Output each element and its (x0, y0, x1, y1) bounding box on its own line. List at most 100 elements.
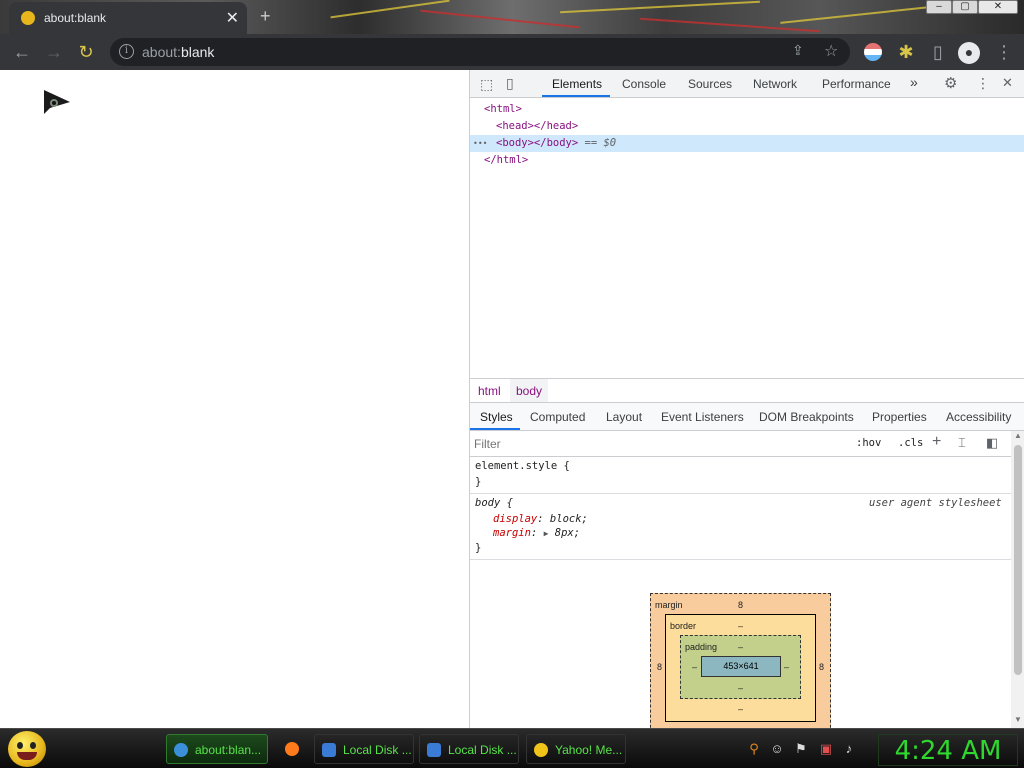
network-icon[interactable]: ▣ (818, 741, 834, 757)
body-rule-close: } (475, 542, 482, 554)
new-rule-plus-icon[interactable]: + (932, 433, 941, 451)
paint-brush-icon[interactable]: ⌶ (958, 435, 966, 451)
tab-elements[interactable]: Elements (552, 77, 602, 91)
tab-layout[interactable]: Layout (606, 410, 642, 424)
close-devtools-icon[interactable]: ✕ (1002, 75, 1013, 91)
share-icon[interactable]: ⇪ (792, 42, 804, 59)
messenger-tray-icon[interactable]: ☺ (769, 741, 785, 757)
folder-icon (427, 743, 441, 757)
tab-properties[interactable]: Properties (872, 410, 927, 424)
border-label: border (670, 621, 697, 631)
styles-scrollbar[interactable]: ▲ ▼ (1011, 431, 1024, 728)
extensions-puzzle-icon[interactable]: ✱ (896, 42, 916, 62)
margin-right-value[interactable]: 8 (819, 662, 824, 672)
devtools-panel: ⬚ ▯ Elements Console Sources Network Per… (469, 70, 1024, 728)
back-arrow-icon[interactable]: ← (12, 42, 32, 62)
settings-gear-icon[interactable]: ⚙ (944, 74, 957, 92)
styles-tabbar: Styles Computed Layout Event Listeners D… (470, 403, 1024, 431)
task-local-disk-1[interactable]: Local Disk ... (314, 734, 414, 764)
cls-toggle[interactable]: .cls (898, 437, 923, 449)
minimize-button[interactable]: – (926, 0, 952, 14)
margin-top-value[interactable]: 8 (738, 600, 743, 610)
padding-label: padding (685, 642, 718, 652)
tab-console[interactable]: Console (622, 77, 666, 91)
body-rule-selector[interactable]: body { (475, 496, 513, 511)
element-style-close: } (475, 476, 482, 488)
tab-close-icon[interactable]: ✕ (226, 8, 239, 28)
forward-arrow-icon[interactable]: → (44, 42, 64, 62)
tab-styles[interactable]: Styles (480, 410, 513, 424)
box-model-diagram: margin 8 8 8 border – padding – – – – 45… (650, 593, 831, 728)
tab-dom-breakpoints[interactable]: DOM Breakpoints (759, 410, 854, 424)
folder-icon (322, 743, 336, 757)
breadcrumb-body[interactable]: body (510, 379, 549, 402)
breadcrumb: html body (470, 378, 1024, 403)
window-titlebar: about:blank ✕ + – ▢ ✕ (0, 0, 1024, 34)
reload-icon[interactable]: ↻ (76, 42, 96, 62)
content-size[interactable]: 453×641 (701, 656, 781, 677)
border-bottom-value[interactable]: – (738, 704, 743, 714)
close-window-button[interactable]: ✕ (978, 0, 1018, 14)
task-browser[interactable]: about:blan... (166, 734, 268, 764)
tab-title: about:blank (44, 11, 107, 25)
site-info-icon[interactable]: i (119, 44, 134, 59)
maximize-button[interactable]: ▢ (952, 0, 978, 14)
dom-tree: <html> <head></head> ••• <body></body> =… (470, 98, 1024, 378)
sidebar-toggle-icon[interactable]: ◧ (986, 435, 998, 451)
dom-body-selected[interactable]: ••• <body></body> == $0 (470, 135, 1024, 152)
action-center-flag-icon[interactable]: ⚑ (793, 741, 809, 757)
margin-left-value[interactable]: 8 (657, 662, 662, 672)
yahoo-smiley-icon (534, 743, 548, 757)
menu-kebab-icon[interactable]: ⋮ (994, 42, 1014, 62)
scrollbar-thumb[interactable] (1014, 445, 1022, 675)
task-yahoo-messenger[interactable]: Yahoo! Me... (526, 734, 626, 764)
task-firefox[interactable] (278, 734, 310, 764)
volume-icon[interactable]: ♪ (841, 741, 857, 757)
border-top-value[interactable]: – (738, 621, 743, 631)
tab-computed[interactable]: Computed (530, 410, 585, 424)
search-icon[interactable]: ⚲ (746, 741, 762, 757)
devtools-tabbar: ⬚ ▯ Elements Console Sources Network Per… (470, 70, 1024, 98)
address-bar[interactable]: i about:blank ⇪ ☆ (110, 38, 850, 66)
more-tabs-icon[interactable]: » (910, 74, 918, 90)
dom-html-open[interactable]: <html> (470, 101, 1024, 118)
element-style-selector[interactable]: element.style { (475, 459, 570, 474)
taskbar: about:blan... Local Disk ... Local Disk … (0, 728, 1024, 768)
browser-tab[interactable]: about:blank ✕ (9, 2, 247, 34)
taskbar-clock[interactable]: 4:24 AM (878, 734, 1018, 766)
device-toolbar-icon[interactable]: ▯ (506, 75, 514, 92)
browser-toolbar: ← → ↻ i about:blank ⇪ ☆ ✱ ▯ ● ⋮ (0, 34, 1024, 70)
task-local-disk-2[interactable]: Local Disk ... (419, 734, 519, 764)
extension-flag-icon[interactable] (864, 43, 882, 61)
user-agent-label: user agent stylesheet (869, 497, 1002, 509)
firefox-icon (285, 742, 299, 756)
side-panel-icon[interactable]: ▯ (928, 42, 948, 62)
tab-accessibility[interactable]: Accessibility (946, 410, 1011, 424)
padding-top-value[interactable]: – (738, 642, 743, 652)
mouse-cursor-icon (44, 90, 70, 114)
bookmark-star-icon[interactable]: ☆ (824, 41, 838, 61)
tab-event-listeners[interactable]: Event Listeners (661, 410, 744, 424)
dom-html-close[interactable]: </html> (470, 152, 1024, 169)
chrome-icon (174, 743, 188, 757)
inspect-element-icon[interactable]: ⬚ (480, 76, 493, 93)
padding-bottom-value[interactable]: – (738, 683, 743, 693)
styles-filter-input[interactable] (474, 434, 846, 454)
dom-dots-icon[interactable]: ••• (473, 135, 487, 152)
page-viewport[interactable] (0, 70, 469, 728)
padding-right-value[interactable]: – (784, 662, 789, 672)
tab-network[interactable]: Network (753, 77, 797, 91)
prop-margin[interactable]: margin: ▶ 8px; (493, 526, 580, 541)
tab-sources[interactable]: Sources (688, 77, 732, 91)
address-url: about:blank (142, 44, 215, 60)
dom-head[interactable]: <head></head> (470, 118, 1024, 135)
hov-toggle[interactable]: :hov (856, 437, 881, 449)
devtools-menu-icon[interactable]: ⋮ (976, 75, 990, 92)
new-tab-icon[interactable]: + (260, 6, 271, 27)
profile-avatar-icon[interactable]: ● (958, 42, 980, 64)
prop-display[interactable]: display: block; (493, 512, 588, 527)
breadcrumb-html[interactable]: html (478, 384, 501, 398)
start-button-smiley-icon[interactable] (8, 731, 46, 767)
tab-performance[interactable]: Performance (822, 77, 891, 91)
padding-left-value[interactable]: – (692, 662, 697, 672)
